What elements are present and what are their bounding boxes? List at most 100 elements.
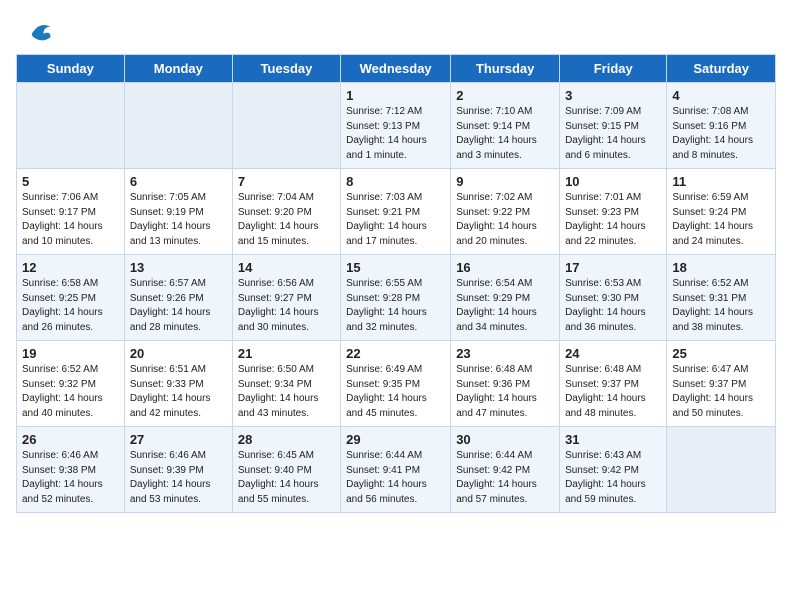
- day-info: Sunrise: 6:44 AM Sunset: 9:41 PM Dayligh…: [346, 449, 445, 507]
- day-info: Sunrise: 7:02 AM Sunset: 9:22 PM Dayligh…: [456, 191, 554, 249]
- day-number: 29: [346, 432, 445, 447]
- calendar-cell: 9 Sunrise: 7:02 AM Sunset: 9:22 PM Daylig…: [451, 169, 560, 255]
- day-info: Sunrise: 6:50 AM Sunset: 9:34 PM Dayligh…: [238, 363, 335, 421]
- day-number: 23: [456, 346, 554, 361]
- column-header-tuesday: Tuesday: [232, 55, 340, 83]
- day-info: Sunrise: 6:59 AM Sunset: 9:24 PM Dayligh…: [672, 191, 770, 249]
- calendar-header-row: SundayMondayTuesdayWednesdayThursdayFrid…: [17, 55, 776, 83]
- day-info: Sunrise: 6:44 AM Sunset: 9:42 PM Dayligh…: [456, 449, 554, 507]
- day-info: Sunrise: 7:06 AM Sunset: 9:17 PM Dayligh…: [22, 191, 119, 249]
- day-number: 27: [130, 432, 227, 447]
- day-number: 26: [22, 432, 119, 447]
- day-info: Sunrise: 6:46 AM Sunset: 9:39 PM Dayligh…: [130, 449, 227, 507]
- day-info: Sunrise: 6:56 AM Sunset: 9:27 PM Dayligh…: [238, 277, 335, 335]
- calendar-cell: 14 Sunrise: 6:56 AM Sunset: 9:27 PM Dayli…: [232, 255, 340, 341]
- calendar: SundayMondayTuesdayWednesdayThursdayFrid…: [0, 54, 792, 529]
- calendar-cell: 12Sunrise: 6:58 AM Sunset: 9:25 PM Dayli…: [17, 255, 125, 341]
- calendar-cell: 31Sunrise: 6:43 AM Sunset: 9:42 PM Dayli…: [560, 427, 667, 513]
- calendar-cell: [17, 83, 125, 169]
- day-number: 30: [456, 432, 554, 447]
- calendar-cell: 3Sunrise: 7:09 AM Sunset: 9:15 PM Daylig…: [560, 83, 667, 169]
- calendar-cell: 10 Sunrise: 7:01 AM Sunset: 9:23 PM Dayli…: [560, 169, 667, 255]
- day-number: 11: [672, 174, 770, 189]
- day-number: 19: [22, 346, 119, 361]
- day-number: 14: [238, 260, 335, 275]
- day-number: 28: [238, 432, 335, 447]
- day-info: Sunrise: 6:48 AM Sunset: 9:37 PM Dayligh…: [565, 363, 661, 421]
- calendar-cell: [124, 83, 232, 169]
- calendar-cell: 24Sunrise: 6:48 AM Sunset: 9:37 PM Dayli…: [560, 341, 667, 427]
- day-number: 20: [130, 346, 227, 361]
- day-info: Sunrise: 6:52 AM Sunset: 9:31 PM Dayligh…: [672, 277, 770, 335]
- day-info: Sunrise: 6:47 AM Sunset: 9:37 PM Dayligh…: [672, 363, 770, 421]
- calendar-cell: 29 Sunrise: 6:44 AM Sunset: 9:41 PM Dayli…: [341, 427, 451, 513]
- column-header-friday: Friday: [560, 55, 667, 83]
- day-info: Sunrise: 7:10 AM Sunset: 9:14 PM Dayligh…: [456, 105, 554, 163]
- week-row-3: 12Sunrise: 6:58 AM Sunset: 9:25 PM Dayli…: [17, 255, 776, 341]
- week-row-1: 1Sunrise: 7:12 AM Sunset: 9:13 PM Daylig…: [17, 83, 776, 169]
- day-number: 6: [130, 174, 227, 189]
- calendar-cell: 25 Sunrise: 6:47 AM Sunset: 9:37 PM Dayli…: [667, 341, 776, 427]
- day-info: Sunrise: 6:46 AM Sunset: 9:38 PM Dayligh…: [22, 449, 119, 507]
- calendar-cell: 2 Sunrise: 7:10 AM Sunset: 9:14 PM Daylig…: [451, 83, 560, 169]
- day-info: Sunrise: 7:01 AM Sunset: 9:23 PM Dayligh…: [565, 191, 661, 249]
- calendar-cell: 6 Sunrise: 7:05 AM Sunset: 9:19 PM Daylig…: [124, 169, 232, 255]
- day-info: Sunrise: 6:43 AM Sunset: 9:42 PM Dayligh…: [565, 449, 661, 507]
- day-number: 4: [672, 88, 770, 103]
- day-number: 15: [346, 260, 445, 275]
- day-number: 12: [22, 260, 119, 275]
- day-number: 8: [346, 174, 445, 189]
- day-info: Sunrise: 6:53 AM Sunset: 9:30 PM Dayligh…: [565, 277, 661, 335]
- day-info: Sunrise: 7:08 AM Sunset: 9:16 PM Dayligh…: [672, 105, 770, 163]
- day-number: 1: [346, 88, 445, 103]
- day-number: 10: [565, 174, 661, 189]
- day-info: Sunrise: 6:57 AM Sunset: 9:26 PM Dayligh…: [130, 277, 227, 335]
- day-number: 13: [130, 260, 227, 275]
- day-number: 17: [565, 260, 661, 275]
- calendar-cell: 27 Sunrise: 6:46 AM Sunset: 9:39 PM Dayli…: [124, 427, 232, 513]
- day-number: 7: [238, 174, 335, 189]
- week-row-4: 19 Sunrise: 6:52 AM Sunset: 9:32 PM Dayli…: [17, 341, 776, 427]
- day-number: 9: [456, 174, 554, 189]
- calendar-cell: 13 Sunrise: 6:57 AM Sunset: 9:26 PM Dayli…: [124, 255, 232, 341]
- week-row-5: 26 Sunrise: 6:46 AM Sunset: 9:38 PM Dayli…: [17, 427, 776, 513]
- day-info: Sunrise: 6:52 AM Sunset: 9:32 PM Dayligh…: [22, 363, 119, 421]
- day-number: 3: [565, 88, 661, 103]
- day-number: 5: [22, 174, 119, 189]
- day-number: 16: [456, 260, 554, 275]
- day-number: 21: [238, 346, 335, 361]
- column-header-monday: Monday: [124, 55, 232, 83]
- column-header-wednesday: Wednesday: [341, 55, 451, 83]
- calendar-cell: 11 Sunrise: 6:59 AM Sunset: 9:24 PM Dayli…: [667, 169, 776, 255]
- week-row-2: 5 Sunrise: 7:06 AM Sunset: 9:17 PM Daylig…: [17, 169, 776, 255]
- calendar-cell: [667, 427, 776, 513]
- calendar-cell: [232, 83, 340, 169]
- day-info: Sunrise: 6:45 AM Sunset: 9:40 PM Dayligh…: [238, 449, 335, 507]
- calendar-cell: 26 Sunrise: 6:46 AM Sunset: 9:38 PM Dayli…: [17, 427, 125, 513]
- calendar-cell: 15 Sunrise: 6:55 AM Sunset: 9:28 PM Dayli…: [341, 255, 451, 341]
- calendar-cell: 20 Sunrise: 6:51 AM Sunset: 9:33 PM Dayli…: [124, 341, 232, 427]
- calendar-cell: 21 Sunrise: 6:50 AM Sunset: 9:34 PM Dayli…: [232, 341, 340, 427]
- column-header-sunday: Sunday: [17, 55, 125, 83]
- day-number: 2: [456, 88, 554, 103]
- calendar-cell: 17 Sunrise: 6:53 AM Sunset: 9:30 PM Dayli…: [560, 255, 667, 341]
- day-info: Sunrise: 6:51 AM Sunset: 9:33 PM Dayligh…: [130, 363, 227, 421]
- day-info: Sunrise: 6:55 AM Sunset: 9:28 PM Dayligh…: [346, 277, 445, 335]
- day-info: Sunrise: 6:49 AM Sunset: 9:35 PM Dayligh…: [346, 363, 445, 421]
- logo: [24, 18, 54, 46]
- day-info: Sunrise: 7:05 AM Sunset: 9:19 PM Dayligh…: [130, 191, 227, 249]
- day-info: Sunrise: 7:03 AM Sunset: 9:21 PM Dayligh…: [346, 191, 445, 249]
- calendar-cell: 18Sunrise: 6:52 AM Sunset: 9:31 PM Dayli…: [667, 255, 776, 341]
- calendar-cell: 30 Sunrise: 6:44 AM Sunset: 9:42 PM Dayli…: [451, 427, 560, 513]
- day-number: 22: [346, 346, 445, 361]
- calendar-cell: 23Sunrise: 6:48 AM Sunset: 9:36 PM Dayli…: [451, 341, 560, 427]
- page-header: [0, 0, 792, 54]
- calendar-cell: 8 Sunrise: 7:03 AM Sunset: 9:21 PM Daylig…: [341, 169, 451, 255]
- calendar-cell: 1Sunrise: 7:12 AM Sunset: 9:13 PM Daylig…: [341, 83, 451, 169]
- calendar-cell: 4 Sunrise: 7:08 AM Sunset: 9:16 PM Daylig…: [667, 83, 776, 169]
- logo-icon: [26, 18, 54, 46]
- day-number: 25: [672, 346, 770, 361]
- day-info: Sunrise: 7:04 AM Sunset: 9:20 PM Dayligh…: [238, 191, 335, 249]
- column-header-thursday: Thursday: [451, 55, 560, 83]
- calendar-cell: 28 Sunrise: 6:45 AM Sunset: 9:40 PM Dayli…: [232, 427, 340, 513]
